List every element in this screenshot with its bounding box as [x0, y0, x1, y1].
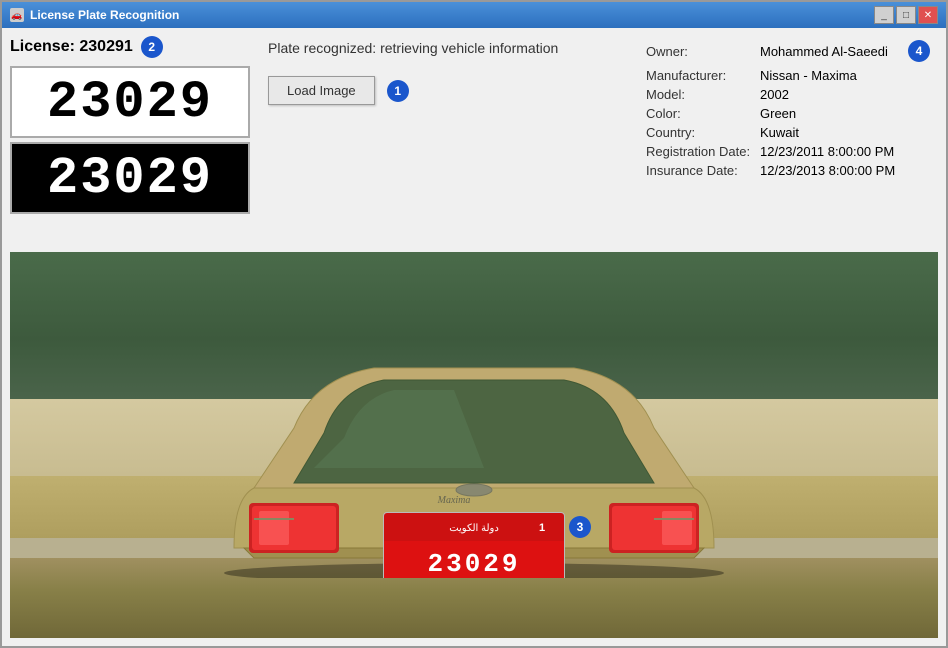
top-section: License: 230291 2 23029 23029 Plate reco… [10, 36, 938, 246]
car-svg-container: دولة الكويت 1 23029 Maxima [174, 318, 774, 578]
reg-date-label: Registration Date: [646, 144, 756, 159]
plate-image-white: 23029 [10, 66, 250, 138]
app-icon: 🚗 [10, 8, 24, 22]
plate-number-white: 23029 [47, 73, 213, 132]
status-message: Plate recognized: retrieving vehicle inf… [268, 40, 620, 56]
manufacturer-value: Nissan - Maxima [760, 68, 857, 83]
svg-text:Maxima: Maxima [437, 495, 471, 506]
owner-value: Mohammed Al-Saeedi [760, 44, 888, 59]
license-label: License: 230291 [10, 38, 133, 56]
country-label: Country: [646, 125, 756, 140]
title-bar-left: 🚗 License Plate Recognition [10, 8, 179, 22]
color-row: Color: Green [646, 104, 930, 123]
info-panel: Owner: Mohammed Al-Saeedi 4 Manufacturer… [638, 36, 938, 246]
manufacturer-row: Manufacturer: Nissan - Maxima [646, 66, 930, 85]
window-controls: _ □ ✕ [874, 6, 938, 24]
model-value: 2002 [760, 87, 789, 102]
plate-image-black: 23029 [10, 142, 250, 214]
ins-date-value: 12/23/2013 8:00:00 PM [760, 163, 895, 178]
ins-date-label: Insurance Date: [646, 163, 756, 178]
reg-date-row: Registration Date: 12/23/2011 8:00:00 PM [646, 142, 930, 161]
content-area: License: 230291 2 23029 23029 Plate reco… [2, 28, 946, 646]
svg-text:23029: 23029 [427, 549, 520, 578]
model-label: Model: [646, 87, 756, 102]
load-image-button[interactable]: Load Image [268, 76, 375, 105]
owner-row: Owner: Mohammed Al-Saeedi [646, 42, 888, 61]
badge-4: 4 [908, 40, 930, 62]
color-label: Color: [646, 106, 756, 121]
car-placeholder: دولة الكويت 1 23029 Maxima [10, 252, 938, 638]
badge-3: 3 [569, 516, 591, 538]
window-title: License Plate Recognition [30, 8, 179, 22]
country-value: Kuwait [760, 125, 799, 140]
manufacturer-label: Manufacturer: [646, 68, 756, 83]
model-row: Model: 2002 [646, 85, 930, 104]
color-value: Green [760, 106, 796, 121]
maximize-button[interactable]: □ [896, 6, 916, 24]
license-header: License: 230291 2 [10, 36, 250, 58]
plate-number-black: 23029 [47, 149, 213, 208]
badge-1: 1 [387, 80, 409, 102]
info-header-row: Owner: Mohammed Al-Saeedi 4 [646, 40, 930, 62]
load-btn-row: Load Image 1 [268, 76, 620, 105]
close-button[interactable]: ✕ [918, 6, 938, 24]
country-row: Country: Kuwait [646, 123, 930, 142]
title-bar: 🚗 License Plate Recognition _ □ ✕ [2, 2, 946, 28]
reg-date-value: 12/23/2011 8:00:00 PM [760, 144, 894, 159]
middle-section: Plate recognized: retrieving vehicle inf… [258, 36, 630, 246]
car-image-area: دولة الكويت 1 23029 Maxima [10, 252, 938, 638]
badge-2: 2 [141, 36, 163, 58]
owner-label: Owner: [646, 44, 756, 59]
plate-panel: License: 230291 2 23029 23029 [10, 36, 250, 246]
svg-text:1: 1 [539, 522, 545, 534]
svg-text:دولة الكويت: دولة الكويت [449, 523, 499, 534]
ins-date-row: Insurance Date: 12/23/2013 8:00:00 PM [646, 161, 930, 180]
minimize-button[interactable]: _ [874, 6, 894, 24]
main-window: 🚗 License Plate Recognition _ □ ✕ Licens… [0, 0, 948, 648]
